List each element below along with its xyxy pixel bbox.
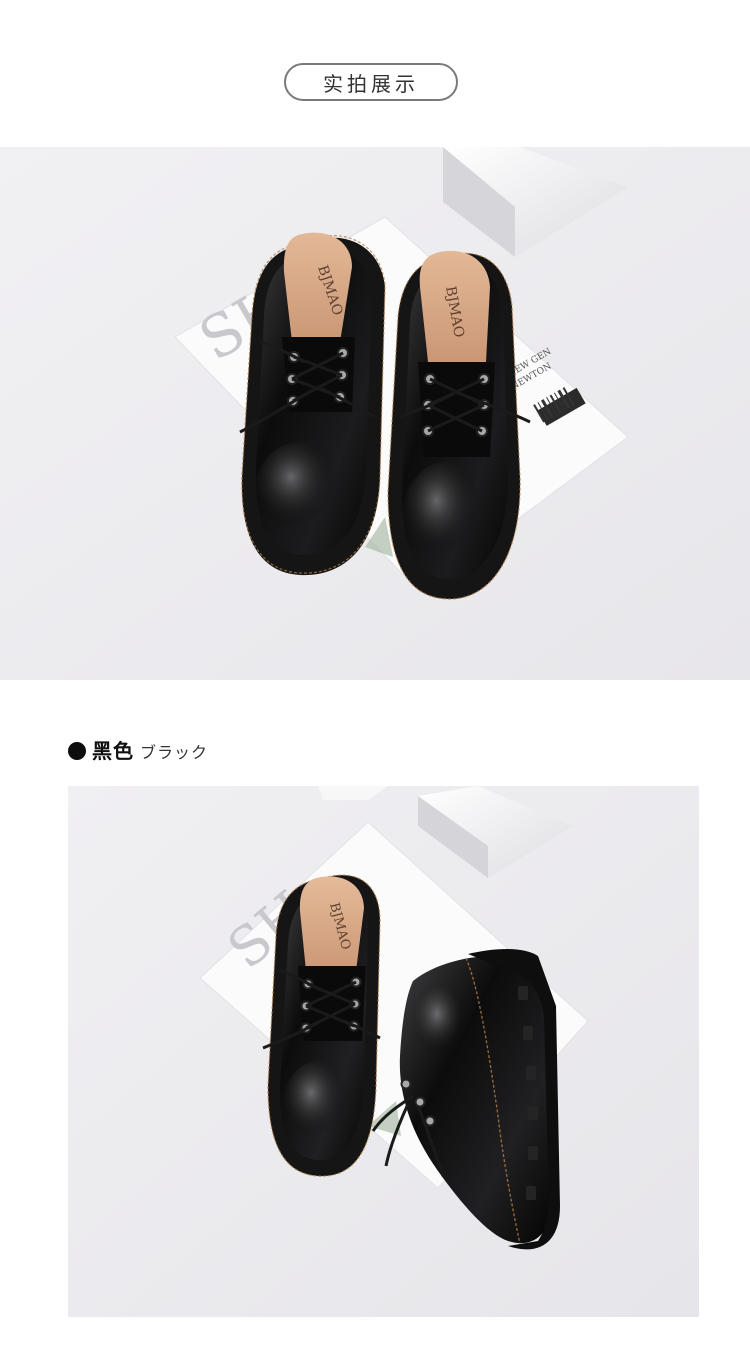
shoe-left: BJMAO [239, 232, 386, 576]
section-title: 实拍展示 [284, 63, 458, 101]
color-name-jp: ブラック [140, 743, 209, 762]
color-swatch [68, 742, 86, 760]
section-title-label: 实拍展示 [323, 71, 419, 96]
shoe-left: BJMAO [262, 874, 381, 1177]
color-option: 黑色 ブラック [68, 735, 208, 764]
product-photo-bottom-art: SH BJMAO [68, 786, 699, 1317]
shoe-right: BJMAO [387, 250, 531, 600]
product-photo-top-art: SH NEW GEN NEWTON BJMAO BJMAO [0, 147, 750, 680]
product-photo-top: SH NEW GEN NEWTON BJMAO BJMAO [0, 147, 750, 680]
color-name: 黑色 [92, 739, 134, 763]
product-photo-bottom: SH BJMAO [68, 786, 699, 1317]
